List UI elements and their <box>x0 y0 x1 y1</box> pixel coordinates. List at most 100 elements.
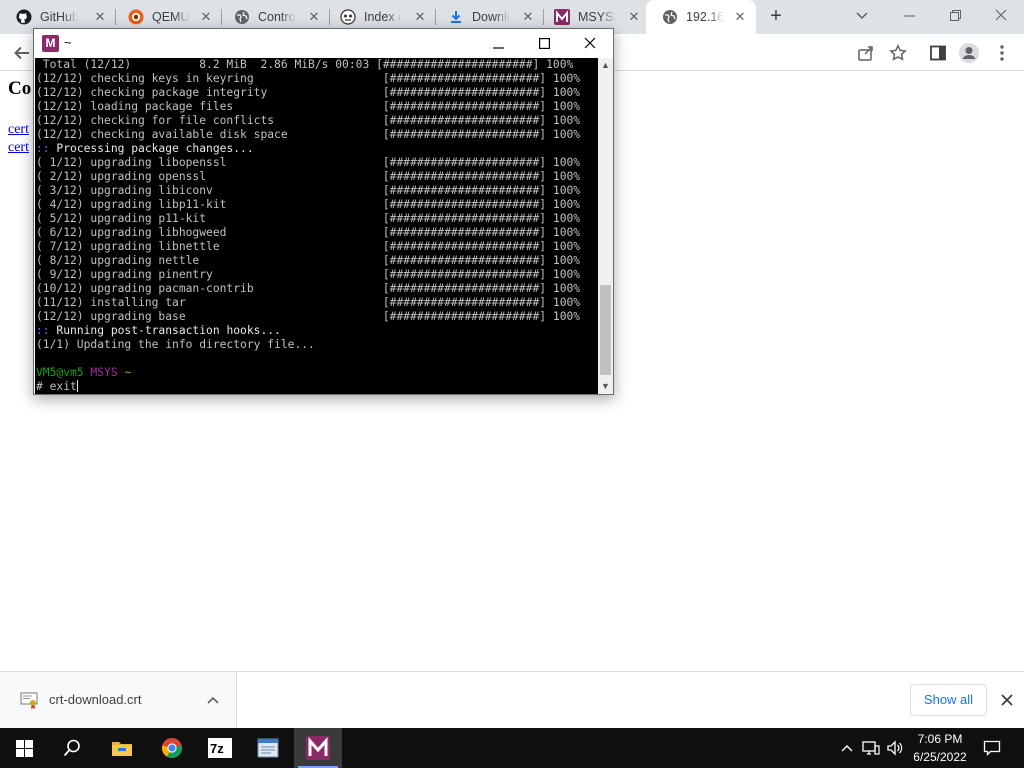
terminal-text-segment: :: <box>36 324 50 337</box>
notification-center-icon[interactable] <box>980 728 1004 768</box>
msys2-terminal-window[interactable]: M ~ Total (12/12) 8.2 MiB 2.86 MiB/s 00:… <box>33 28 614 395</box>
close-tab-icon[interactable]: ✕ <box>412 9 428 25</box>
terminal-line: ( 2/12) upgrading openssl [#############… <box>36 170 580 184</box>
terminal-titlebar[interactable]: M ~ <box>34 29 613 58</box>
close-tab-icon[interactable]: ✕ <box>732 9 748 25</box>
download-item[interactable]: crt-download.crt <box>0 672 237 728</box>
clock-date: 6/25/2022 <box>913 750 967 764</box>
cert-link[interactable]: cert <box>8 140 34 156</box>
github-icon <box>16 9 32 25</box>
terminal-title: ~ <box>64 35 72 50</box>
tab-title: Control <box>258 10 296 24</box>
msys2-icon: M <box>42 35 59 52</box>
download-icon <box>448 9 464 25</box>
terminal-text-segment: :: <box>36 142 50 155</box>
back-arrow-icon[interactable] <box>10 41 34 65</box>
cert-link[interactable]: cert <box>8 122 34 138</box>
terminal-maximize-button[interactable] <box>521 29 567 57</box>
certificate-file-icon <box>20 691 38 709</box>
close-tab-icon[interactable]: ✕ <box>520 9 536 25</box>
file-explorer-icon[interactable] <box>98 728 146 768</box>
svg-text:7z: 7z <box>210 741 224 756</box>
terminal-line: (10/12) upgrading pacman-contrib [######… <box>36 282 580 296</box>
volume-icon[interactable] <box>884 728 906 768</box>
chrome-menu-icon[interactable] <box>990 41 1014 65</box>
terminal-minimize-button[interactable] <box>475 29 521 57</box>
close-tab-icon[interactable]: ✕ <box>198 9 214 25</box>
show-all-downloads-button[interactable]: Show all <box>910 684 987 716</box>
terminal-output[interactable]: Total (12/12) 8.2 MiB 2.86 MiB/s 00:03 [… <box>35 58 598 394</box>
terminal-text-segment: ( 4/12) upgrading libp11-kit [##########… <box>36 198 581 211</box>
terminal-line: ( 8/12) upgrading nettle [##############… <box>36 254 580 268</box>
notepad-icon[interactable] <box>244 728 292 768</box>
7zip-icon[interactable]: 7z <box>196 728 244 768</box>
start-icon[interactable] <box>0 728 48 768</box>
terminal-text-segment: # exit <box>36 380 77 393</box>
terminal-line: (11/12) installing tar [################… <box>36 296 580 310</box>
terminal-text-segment: (12/12) upgrading base [################… <box>36 310 581 323</box>
globe-icon <box>662 9 678 25</box>
page-heading: Co <box>8 78 32 99</box>
terminal-text-segment: (12/12) loading package files [#########… <box>36 100 581 113</box>
terminal-text-segment: ( 6/12) upgrading libhogweed [##########… <box>36 226 581 239</box>
terminal-line: Total (12/12) 8.2 MiB 2.86 MiB/s 00:03 [… <box>36 58 580 72</box>
download-shelf: crt-download.crt Show all <box>0 671 1024 728</box>
terminal-cursor <box>76 380 78 392</box>
scrollbar-thumb[interactable] <box>600 285 611 375</box>
terminal-text: Total (12/12) 8.2 MiB 2.86 MiB/s 00:03 [… <box>36 58 580 394</box>
scroll-down-icon[interactable]: ▼ <box>598 379 613 394</box>
bookmark-star-icon[interactable] <box>886 41 910 65</box>
scroll-up-icon[interactable]: ▲ <box>598 58 613 73</box>
terminal-scrollbar[interactable]: ▲ ▼ <box>598 58 613 394</box>
chevron-up-icon[interactable] <box>204 691 222 709</box>
chevron-up-icon[interactable] <box>838 728 856 768</box>
tab-title: GitHub <box>40 10 78 24</box>
globe-icon <box>234 9 250 25</box>
tab-search-icon[interactable] <box>852 6 872 26</box>
chrome-icon[interactable] <box>148 728 196 768</box>
terminal-text-segment: VM5@vm5 <box>36 366 84 379</box>
network-icon[interactable] <box>860 728 882 768</box>
minimize-window-button[interactable] <box>886 0 932 30</box>
tab-title: QEMU f <box>152 10 190 24</box>
terminal-line: (12/12) upgrading base [################… <box>36 310 580 324</box>
terminal-line: ( 3/12) upgrading libiconv [############… <box>36 184 580 198</box>
close-tab-icon[interactable]: ✕ <box>92 9 108 25</box>
profile-avatar-icon[interactable] <box>957 41 981 65</box>
tab-title: Downlo <box>472 10 510 24</box>
system-clock[interactable]: 7:06 PM 6/25/2022 <box>905 730 975 766</box>
terminal-line: ( 6/12) upgrading libhogweed [##########… <box>36 226 580 240</box>
msys2-icon[interactable] <box>294 728 342 768</box>
tab-title: 192.168 <box>686 10 724 24</box>
terminal-text-segment: ( 8/12) upgrading nettle [##############… <box>36 254 581 267</box>
side-panel-icon[interactable] <box>926 41 950 65</box>
terminal-line: (12/12) checking package integrity [####… <box>36 86 580 100</box>
terminal-text-segment: ( 3/12) upgrading libiconv [############… <box>36 184 581 197</box>
close-tab-icon[interactable]: ✕ <box>306 9 322 25</box>
terminal-line: (12/12) checking available disk space [#… <box>36 128 580 142</box>
close-shelf-icon[interactable] <box>997 690 1017 710</box>
tab-192-168[interactable]: 192.168 ✕ <box>646 0 756 34</box>
windows-taskbar: 7z 7:06 PM 6/25/2022 <box>0 728 1024 768</box>
terminal-line: :: Running post-transaction hooks... <box>36 324 580 338</box>
terminal-text-segment: (12/12) checking keys in keyring [######… <box>36 72 581 85</box>
terminal-line: (12/12) checking for file conflicts [###… <box>36 114 580 128</box>
qemu-icon <box>128 9 144 25</box>
search-icon[interactable] <box>48 728 96 768</box>
download-filename: crt-download.crt <box>49 692 142 707</box>
terminal-text-segment: (12/12) checking for file conflicts [###… <box>36 114 581 127</box>
new-tab-button[interactable]: + <box>764 5 788 29</box>
terminal-text-segment: ( 9/12) upgrading pinentry [############… <box>36 268 581 281</box>
terminal-text-segment: ( 2/12) upgrading openssl [#############… <box>36 170 581 183</box>
terminal-line: VM5@vm5 MSYS ~ <box>36 366 580 380</box>
terminal-line: :: Processing package changes... <box>36 142 580 156</box>
terminal-text-segment: (11/12) installing tar [################… <box>36 296 581 309</box>
share-icon[interactable] <box>854 41 878 65</box>
terminal-close-button[interactable] <box>567 29 613 57</box>
terminal-text-segment: ( 1/12) upgrading libopenssl [##########… <box>36 156 581 169</box>
terminal-line: # exit <box>36 380 580 394</box>
tab-title: MSYS2 <box>578 10 616 24</box>
close-window-button[interactable] <box>978 0 1024 30</box>
close-tab-icon[interactable]: ✕ <box>626 9 642 25</box>
restore-window-button[interactable] <box>932 0 978 30</box>
